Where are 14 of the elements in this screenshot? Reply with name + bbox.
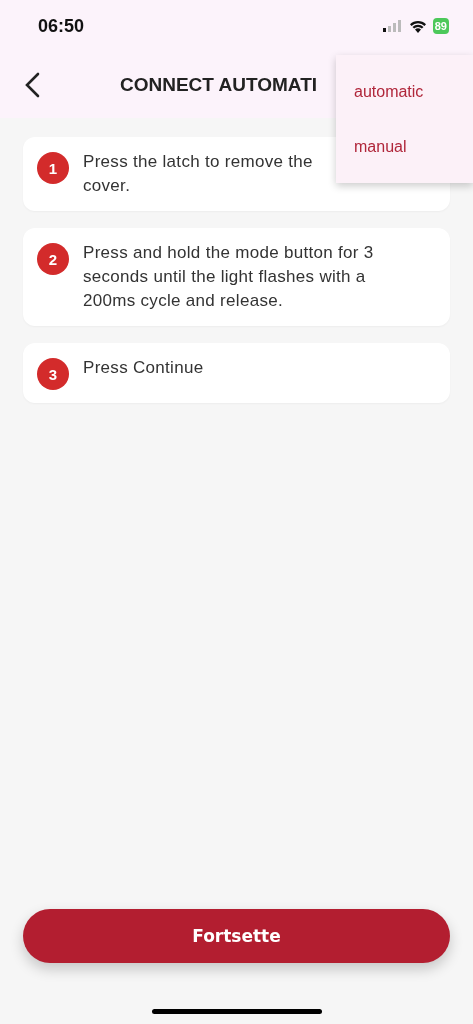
step-number: 3 [37, 358, 69, 390]
continue-button[interactable]: Fortsette [23, 909, 450, 963]
step-text: Press Continue [83, 357, 204, 379]
wifi-icon [408, 19, 427, 33]
battery-level: 89 [432, 18, 449, 34]
step-number: 1 [37, 152, 69, 184]
step-text: Press the latch to remove the cover. [83, 151, 314, 197]
signal-icon [382, 20, 403, 32]
step-number: 2 [37, 243, 69, 275]
page-title: CONNECT AUTOMATI [120, 74, 318, 96]
status-time: 06:50 [38, 15, 85, 37]
menu-item[interactable]: manual [336, 119, 473, 174]
step-text: Press and hold the mode button for 3 seconds until the light flashes with a 200ms cycle and release. [83, 242, 375, 312]
menu-item[interactable]: automatic [336, 64, 473, 119]
